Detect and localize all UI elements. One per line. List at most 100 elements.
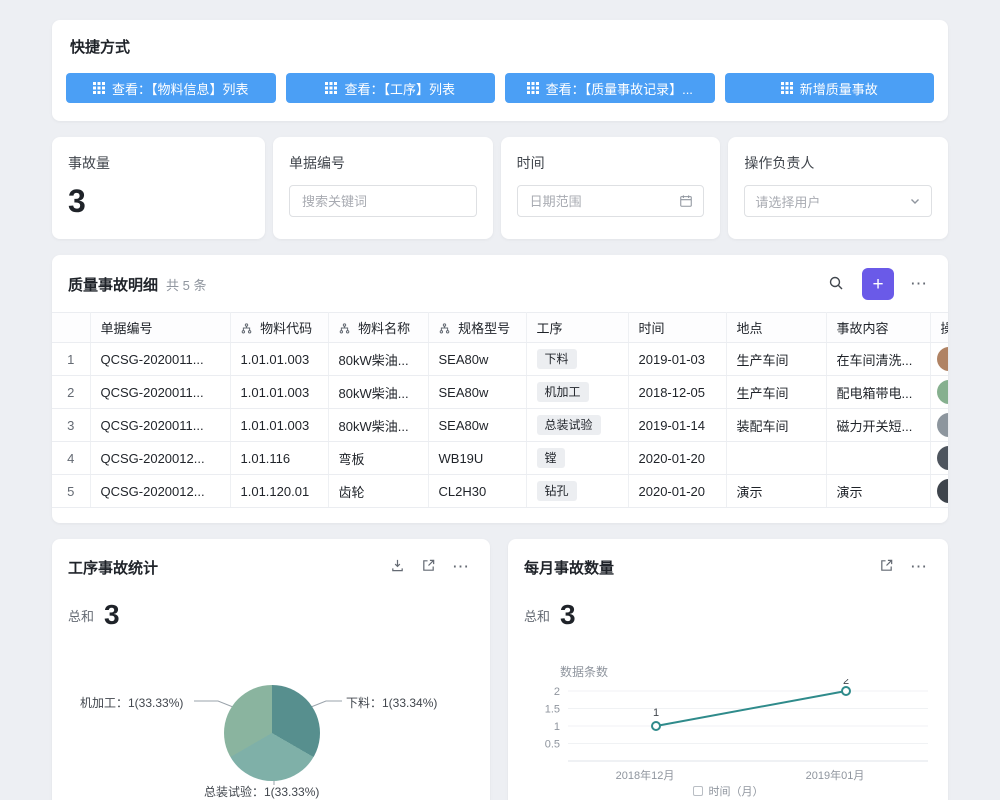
tree-icon: [241, 322, 252, 337]
column-header-time: 时间: [628, 313, 726, 343]
table-row[interactable]: 2 QCSG-2020011... 1.01.01.003 80kW柴油... …: [52, 376, 948, 409]
tree-icon: [439, 322, 450, 337]
cell-doc-number: QCSG-2020012...: [90, 475, 230, 508]
pie-chart[interactable]: [224, 685, 320, 781]
accident-count-label: 事故量: [68, 153, 249, 173]
table-row[interactable]: 3 QCSG-2020011... 1.01.01.003 80kW柴油... …: [52, 409, 948, 442]
y-axis-title: 数据条数: [560, 663, 608, 680]
calendar-icon[interactable]: [679, 194, 693, 208]
avatar: [937, 479, 949, 503]
pie-chart-area: 机加工：1(33.33%) 下料：1(33.34%) 总装试验：1(33.33%…: [52, 669, 490, 800]
cell-owner: [930, 409, 948, 442]
cell-content: [826, 442, 930, 475]
cell-material-name: 80kW柴油...: [328, 343, 428, 376]
shortcut-label: 查看：【物料信息】列表: [112, 79, 249, 98]
y-tick-labels: 2 1.5 1 0.5: [545, 686, 560, 751]
grid-icon: [93, 82, 105, 94]
cell-spec: SEA80w: [428, 376, 526, 409]
charts-row: 工序事故统计 ⋯: [52, 539, 948, 800]
pie-chart-title: 工序事故统计: [68, 557, 386, 578]
table-row[interactable]: 4 QCSG-2020012... 1.01.116 弯板 WB19U 镗 20…: [52, 442, 948, 475]
shortcut-add-quality-accident-button[interactable]: 新增质量事故: [725, 73, 935, 103]
table-more-button[interactable]: ⋯: [906, 270, 932, 298]
more-icon: ⋯: [910, 557, 928, 577]
shortcut-view-process-list-button[interactable]: 查看：【工序】列表: [286, 73, 496, 103]
row-index: 5: [52, 475, 90, 508]
chevron-down-icon: [909, 195, 921, 207]
shortcut-view-quality-records-button[interactable]: 查看：【质量事故记录】...: [505, 73, 715, 103]
table-record-count: 共 5 条: [166, 275, 206, 294]
cell-material-name: 80kW柴油...: [328, 376, 428, 409]
filter-row: 事故量 3 单据编号 时间 操作负责人: [52, 137, 948, 239]
table-row[interactable]: 5 QCSG-2020012... 1.01.120.01 齿轮 CL2H30 …: [52, 475, 948, 508]
row-index: 1: [52, 343, 90, 376]
cell-doc-number: QCSG-2020011...: [90, 376, 230, 409]
search-button[interactable]: [824, 271, 848, 298]
x-axis-title: 时间（月）: [508, 783, 948, 799]
cell-doc-number: QCSG-2020011...: [90, 343, 230, 376]
pie-more-button[interactable]: ⋯: [448, 553, 474, 581]
avatar: [937, 380, 949, 404]
operator-select[interactable]: 请选择用户: [744, 185, 932, 217]
gridlines: [568, 691, 928, 761]
cell-owner: [930, 442, 948, 475]
column-header-material-name: 物料名称: [328, 313, 428, 343]
table-card-header: 质量事故明细 共 5 条 + ⋯: [52, 255, 948, 312]
table-title: 质量事故明细: [68, 274, 158, 295]
column-header-spec-model: 规格型号: [428, 313, 526, 343]
cell-material-name: 齿轮: [328, 475, 428, 508]
cell-owner: [930, 475, 948, 508]
quality-accident-table: 单据编号 物料代码 物料名称 规格型号: [52, 312, 948, 508]
monthly-accident-count-card: 每月事故数量 ⋯ 总和 3: [508, 539, 948, 800]
accident-count-card: 事故量 3: [52, 137, 265, 239]
cell-place: 装配车间: [726, 409, 826, 442]
expand-button[interactable]: [417, 554, 440, 580]
operator-select-placeholder: 请选择用户: [755, 192, 909, 211]
cell-time: 2019-01-14: [628, 409, 726, 442]
data-point-marker[interactable]: [652, 722, 660, 730]
cell-content: 磁力开关短...: [826, 409, 930, 442]
export-button[interactable]: [386, 554, 409, 580]
data-point-marker[interactable]: [842, 687, 850, 695]
cell-process: 机加工: [526, 376, 628, 409]
shortcuts-title: 快捷方式: [66, 36, 934, 73]
cell-content: 演示: [826, 475, 930, 508]
accident-count-value: 3: [68, 185, 249, 217]
cell-place: [726, 442, 826, 475]
more-icon: ⋯: [910, 274, 928, 294]
table-row[interactable]: 1 QCSG-2020011... 1.01.01.003 80kW柴油... …: [52, 343, 948, 376]
grid-icon: [325, 82, 337, 94]
cell-material-code: 1.01.116: [230, 442, 328, 475]
shortcut-view-material-list-button[interactable]: 查看：【物料信息】列表: [66, 73, 276, 103]
column-header-place: 地点: [726, 313, 826, 343]
cell-spec: CL2H30: [428, 475, 526, 508]
pie-label-assembly-test: 总装试验：1(33.33%): [204, 783, 319, 800]
cell-time: 2020-01-20: [628, 442, 726, 475]
cell-doc-number: QCSG-2020012...: [90, 442, 230, 475]
expand-button[interactable]: [875, 554, 898, 580]
cell-content: 在车间清洗...: [826, 343, 930, 376]
dashboard-canvas: 快捷方式 查看：【物料信息】列表 查看：【工序】列表: [0, 0, 1000, 800]
line-more-button[interactable]: ⋯: [906, 553, 932, 581]
cell-process: 总装试验: [526, 409, 628, 442]
add-record-button[interactable]: +: [862, 268, 894, 300]
search-icon: [828, 275, 844, 294]
pie-total-value: 3: [104, 601, 120, 629]
shortcut-label: 新增质量事故: [800, 79, 878, 98]
svg-text:2018年12月: 2018年12月: [616, 768, 675, 782]
svg-text:0.5: 0.5: [545, 739, 560, 751]
table-scroll-area[interactable]: 单据编号 物料代码 物料名称 规格型号: [52, 312, 948, 508]
cell-owner: [930, 376, 948, 409]
cell-place: 演示: [726, 475, 826, 508]
column-header-material-code: 物料代码: [230, 313, 328, 343]
doc-number-search-input[interactable]: [300, 193, 466, 210]
date-range-input[interactable]: [528, 193, 680, 210]
row-index: 2: [52, 376, 90, 409]
time-label: 时间: [517, 153, 705, 173]
cell-material-name: 80kW柴油...: [328, 409, 428, 442]
time-filter-card: 时间: [501, 137, 721, 239]
line-total-label: 总和: [524, 606, 550, 629]
line-total: 总和 3: [524, 601, 576, 629]
cell-material-code: 1.01.01.003: [230, 343, 328, 376]
tree-icon: [339, 322, 350, 337]
